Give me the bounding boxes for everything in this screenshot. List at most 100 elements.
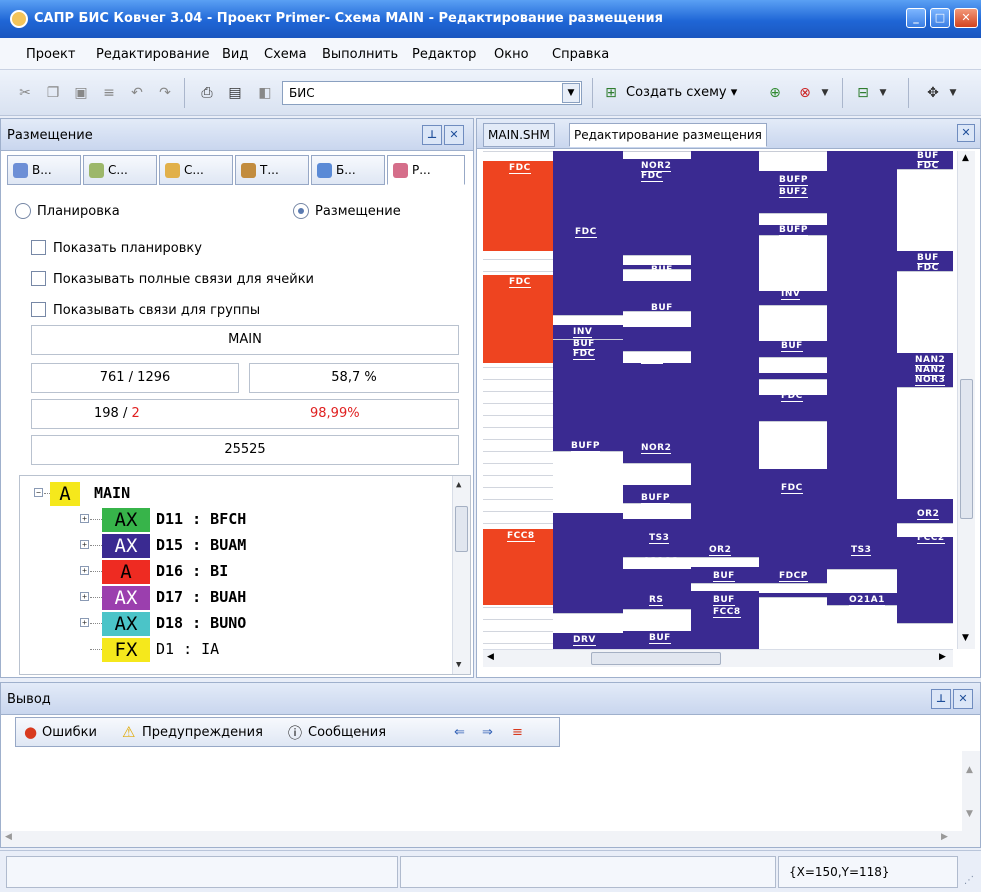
cell-label[interactable]: RS — [649, 595, 664, 606]
tab-2[interactable]: С... — [83, 155, 157, 185]
paste-icon[interactable]: ▣ — [70, 82, 92, 104]
scroll-right-icon[interactable]: ▶ — [939, 652, 946, 662]
empty-site[interactable] — [691, 557, 759, 567]
scroll-left-icon[interactable]: ◀ — [5, 832, 12, 842]
empty-site[interactable] — [759, 213, 827, 225]
canvas-horizontal-scrollbar[interactable]: ◀ ▶ — [483, 649, 953, 667]
output-log[interactable] — [1, 751, 980, 831]
save-icon[interactable]: ◧ — [254, 82, 276, 104]
cell-label[interactable]: FDC — [575, 227, 597, 238]
chip-combo[interactable]: БИС ▼ — [282, 81, 582, 105]
menu-scheme[interactable]: Схема — [264, 47, 307, 62]
empty-site[interactable] — [623, 503, 691, 519]
menu-help[interactable]: Справка — [552, 47, 609, 62]
scroll-thumb[interactable] — [960, 379, 973, 519]
checkbox-full-links[interactable]: Показывать полные связи для ячейки — [31, 271, 314, 287]
empty-site[interactable] — [623, 463, 691, 485]
cell-label[interactable]: NOR3 — [915, 375, 946, 386]
pin-icon[interactable]: ⊥ — [931, 689, 951, 709]
cell-label[interactable]: DRV — [573, 635, 596, 646]
chevron-down-icon[interactable]: ▼ — [946, 82, 960, 104]
menu-editor[interactable]: Редактор — [412, 47, 476, 62]
expand-toggle-icon[interactable]: + — [80, 566, 89, 575]
cell-label[interactable]: FCC8 — [507, 531, 535, 542]
scroll-up-icon[interactable]: ▲ — [966, 765, 973, 775]
scroll-down-icon[interactable]: ▼ — [456, 660, 461, 670]
cell-label[interactable]: FDC — [509, 163, 531, 174]
cut-icon[interactable]: ✂ — [14, 82, 36, 104]
empty-site[interactable] — [623, 609, 691, 631]
resize-grip-icon[interactable]: ⋰ — [964, 875, 974, 886]
tree-scrollbar[interactable]: ▲ ▼ — [452, 476, 470, 674]
output-hscrollbar[interactable]: ◀ ▶ — [1, 831, 980, 847]
cell-column-2[interactable]: FDC INV BUF FDC BUFP DRV — [553, 151, 623, 649]
scroll-right-icon[interactable]: ▶ — [941, 832, 948, 842]
output-scrollbar[interactable]: ▲ ▼ — [962, 751, 980, 831]
messages-filter[interactable]: Сообщения — [308, 725, 386, 740]
cell-label[interactable]: FDC — [917, 263, 939, 274]
copy-icon[interactable]: ❐ — [42, 82, 64, 104]
cell-label[interactable]: FDC — [573, 349, 595, 360]
maximize-button[interactable]: □ — [930, 8, 950, 28]
cell-label[interactable]: BUF — [651, 303, 673, 314]
cell-label[interactable]: FDC — [781, 483, 803, 494]
cell-column-7[interactable]: BUF FDC BUF FDC NAN2 NAN2 NOR3 SRC OR2 FCC2 — [897, 151, 953, 649]
cell-block-fdc[interactable]: FDC — [483, 275, 553, 363]
scroll-left-icon[interactable]: ◀ — [487, 652, 494, 662]
cell-label[interactable]: FDC — [781, 391, 803, 402]
move-icon[interactable]: ✥ — [922, 82, 944, 104]
radio-placement[interactable]: Размещение — [293, 203, 401, 219]
empty-site[interactable] — [553, 613, 623, 633]
empty-site[interactable] — [759, 597, 827, 649]
scroll-up-icon[interactable]: ▲ — [962, 153, 969, 163]
placement-canvas[interactable]: FDC FDC FCC8 FDC INV BUF FDC BUFP DRV NOR2 FDC BUF B… — [483, 151, 953, 649]
cell-label[interactable]: FCC8 — [713, 607, 741, 618]
cell-label[interactable]: BUFP — [779, 225, 808, 236]
cell-label[interactable]: A21O2 — [643, 557, 679, 568]
cell-label[interactable]: FDC — [641, 171, 663, 182]
tree-row-d11[interactable]: + AX D11 : BFCH — [20, 508, 450, 533]
cell-label[interactable]: NOR2 — [641, 443, 672, 454]
close-tab-icon[interactable]: ✕ — [957, 124, 975, 142]
cell-label[interactable]: BUF — [713, 595, 735, 606]
empty-site[interactable] — [827, 569, 897, 593]
cell-label[interactable]: TS3 — [851, 545, 872, 556]
scroll-thumb[interactable] — [455, 506, 468, 552]
chevron-down-icon[interactable]: ▼ — [562, 83, 580, 103]
empty-site[interactable] — [827, 605, 897, 649]
tab-3[interactable]: С... — [159, 155, 233, 185]
empty-site[interactable] — [897, 387, 953, 499]
cell-label[interactable]: FDC — [641, 353, 663, 364]
empty-site[interactable] — [691, 583, 759, 591]
empty-site[interactable] — [553, 451, 623, 513]
empty-site[interactable] — [623, 255, 691, 265]
cell-column-4[interactable]: OR2 BUF BUF FCC8 — [691, 151, 759, 649]
expand-toggle-icon[interactable]: + — [80, 618, 89, 627]
empty-site[interactable] — [897, 623, 953, 649]
expand-toggle-icon[interactable]: − — [34, 488, 43, 497]
scroll-up-icon[interactable]: ▲ — [456, 480, 461, 490]
empty-site[interactable] — [553, 315, 623, 325]
menu-window[interactable]: Окно — [494, 47, 529, 62]
cell-block-fcc8[interactable]: FCC8 — [483, 529, 553, 605]
empty-site[interactable] — [759, 421, 827, 469]
cell-label[interactable]: BUFP — [571, 441, 600, 452]
clear-icon[interactable]: ≡ — [512, 725, 523, 740]
empty-site[interactable] — [759, 235, 827, 291]
redo-icon[interactable]: ↷ — [154, 82, 176, 104]
empty-site[interactable] — [759, 357, 827, 373]
remove-element-icon[interactable]: ⊗ — [794, 82, 816, 104]
empty-site[interactable] — [759, 583, 827, 593]
cell-block-fdc[interactable]: FDC — [483, 161, 553, 251]
scroll-down-icon[interactable]: ▼ — [962, 633, 969, 643]
cell-label[interactable]: FDCP — [779, 571, 808, 582]
tree-row-main[interactable]: − A MAIN — [20, 482, 450, 507]
tab-placement-editing[interactable]: Редактирование размещения — [569, 123, 767, 147]
cell-label[interactable]: BUFP — [779, 175, 808, 186]
tab-6[interactable]: Р... — [387, 155, 465, 185]
tab-5[interactable]: Б... — [311, 155, 385, 185]
empty-site[interactable] — [759, 151, 827, 171]
expand-toggle-icon[interactable]: + — [80, 540, 89, 549]
tree-row-d16[interactable]: + A D16 : BI — [20, 560, 450, 585]
cell-label[interactable]: BUF — [651, 265, 673, 276]
